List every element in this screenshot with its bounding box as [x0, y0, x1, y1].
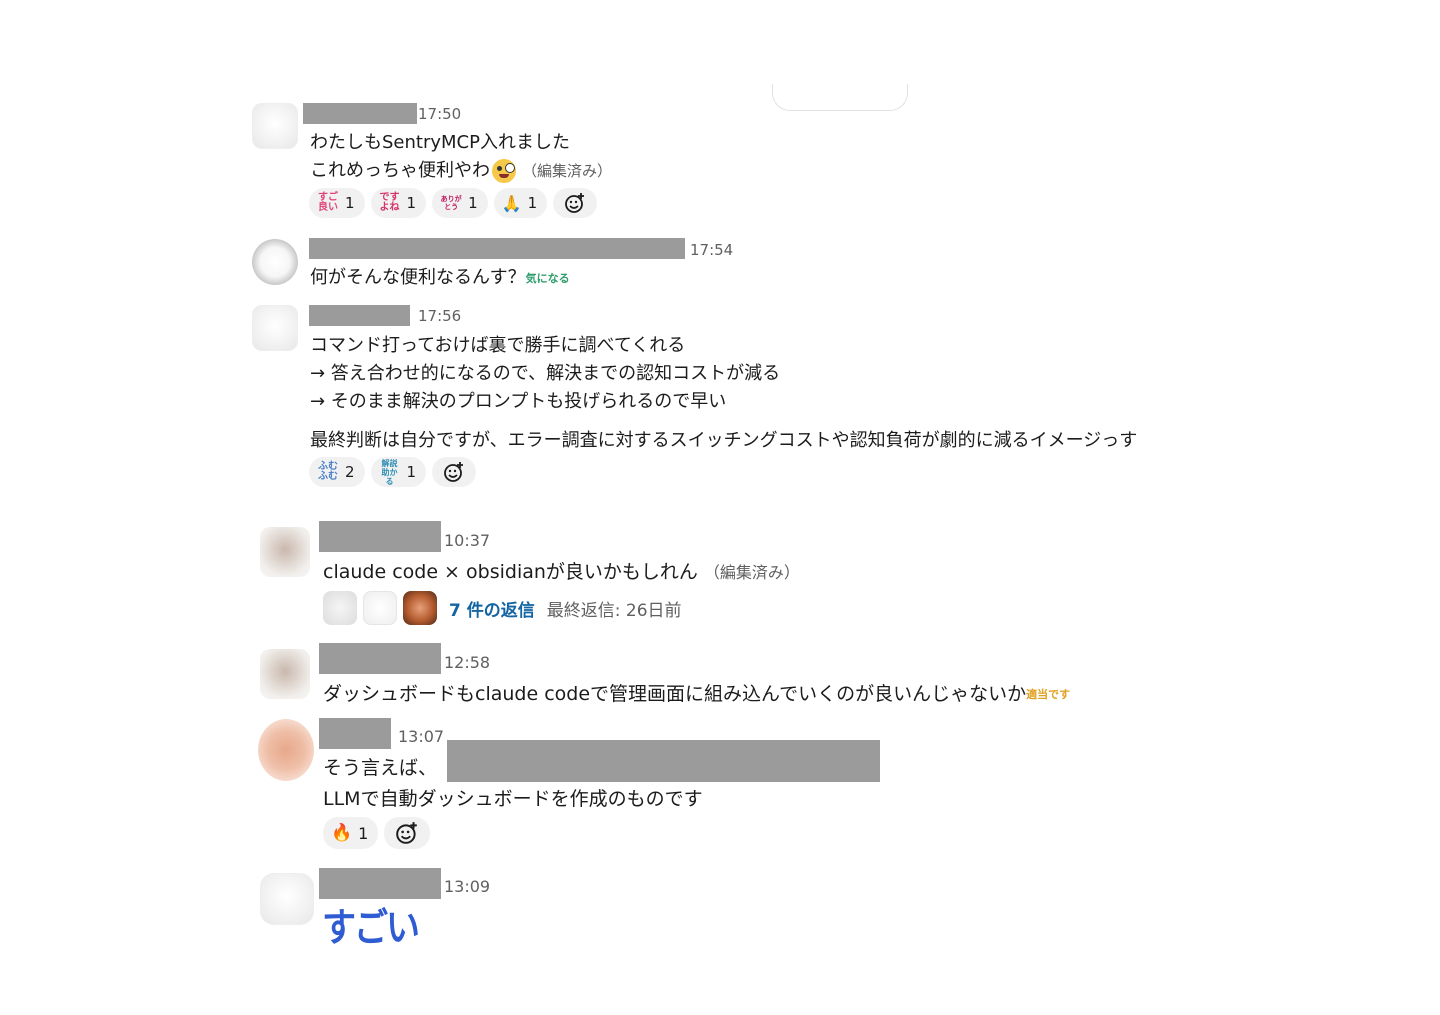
user-avatar[interactable] [260, 527, 310, 577]
redacted-username [309, 238, 685, 259]
reaction-bar: ふむふむ 2 解説助かる 1 [309, 457, 477, 487]
reaction-kaisetsu-tasukaru[interactable]: 解説助かる 1 [370, 457, 427, 487]
thread-summary[interactable]: 7 件の返信 最終返信: 26日前 [323, 591, 682, 625]
thread-last-reply: 最終返信: 26日前 [546, 600, 682, 621]
add-reaction-button[interactable] [432, 457, 477, 487]
thread-participant-avatar [323, 591, 357, 625]
message-timestamp[interactable]: 13:09 [444, 877, 490, 896]
message-text-line: → そのまま解決のプロンプトも投げられるので早い [310, 391, 727, 412]
message-text-line: ダッシュボードもclaude codeで管理画面に組み込んでいくのが良いんじゃな… [323, 679, 1071, 706]
reaction-count: 1 [468, 194, 478, 212]
fumufumu-stamp-icon: ふむふむ [318, 461, 338, 482]
reaction-folded-hands[interactable]: 🙏 1 [493, 188, 548, 218]
reaction-desuyone[interactable]: ですよね 1 [370, 188, 427, 218]
user-avatar[interactable] [252, 103, 298, 149]
kininaru-stamp: 気になる [525, 271, 570, 285]
reaction-sugoi-yoi[interactable]: すご良い 1 [309, 188, 365, 218]
reaction-count: 1 [406, 194, 417, 212]
kaisetsu-tasukaru-stamp-icon: 解説助かる [381, 458, 398, 486]
user-avatar[interactable] [260, 649, 310, 699]
message-text: これめっちゃ便利やわ [310, 160, 490, 181]
reaction-count: 1 [345, 194, 355, 212]
sugoi-stamp: すごい [322, 905, 420, 952]
user-avatar[interactable] [260, 873, 314, 925]
message-text-line: これめっちゃ便利やわ （編集済み） [310, 156, 612, 183]
add-reaction-button[interactable] [553, 188, 598, 218]
user-avatar[interactable] [252, 239, 298, 285]
redacted-username [309, 305, 410, 326]
add-reaction-icon [444, 462, 464, 482]
reaction-count: 1 [358, 823, 369, 843]
message-text-line: コマンド打っておけば裏で勝手に調べてくれる [310, 335, 686, 356]
message-text-line: LLMで自動ダッシュボードを作成のものです [323, 788, 703, 810]
message-text-line: わたしもSentryMCP入れました [310, 132, 570, 153]
redacted-username [319, 521, 441, 552]
redacted-username [319, 643, 441, 674]
user-avatar[interactable] [258, 719, 314, 781]
tekitou-desu-stamp: 適当です [1026, 688, 1071, 701]
arigatou-stamp-icon: ありがとう [440, 195, 462, 211]
desuyone-stamp-icon: ですよね [379, 192, 400, 213]
reaction-count: 2 [345, 463, 355, 481]
reaction-bar: 🔥 1 [323, 817, 431, 849]
message-text: 何がそんな便利なるんす？ [310, 267, 526, 288]
redacted-username [303, 103, 417, 124]
edited-label: （編集済み） [522, 162, 613, 180]
fire-emoji-icon: 🔥 [331, 823, 353, 843]
message-timestamp[interactable]: 13:07 [398, 727, 444, 746]
new-messages-pill[interactable] [772, 84, 908, 111]
thread-participant-avatar [363, 591, 397, 625]
redacted-username [319, 718, 391, 749]
add-reaction-button[interactable] [384, 817, 431, 849]
message-text: claude code × obsidianが良いかもしれん [323, 561, 698, 583]
message-text-line: そう言えば、 [323, 757, 438, 779]
redacted-link [447, 740, 880, 782]
message-timestamp[interactable]: 17:50 [418, 105, 461, 123]
folded-hands-emoji-icon: 🙏 [501, 193, 522, 213]
zany-face-emoji [492, 159, 516, 183]
thread-participant-avatar [403, 591, 437, 625]
reaction-fumufumu[interactable]: ふむふむ 2 [309, 457, 365, 487]
add-reaction-icon [396, 822, 418, 844]
message-timestamp[interactable]: 12:58 [444, 653, 490, 672]
message-text-line: 何がそんな便利なるんす？気になる [310, 263, 570, 289]
message-text-line: 最終判断は自分ですが、エラー調査に対するスイッチングコストや認知負荷が劇的に減る… [310, 430, 1138, 451]
reaction-count: 1 [527, 194, 538, 212]
redacted-username [319, 868, 441, 899]
reaction-count: 1 [406, 463, 417, 481]
message-timestamp[interactable]: 17:54 [690, 241, 733, 259]
reaction-fire[interactable]: 🔥 1 [323, 817, 379, 849]
edited-label: （編集済み） [703, 563, 800, 582]
message-text-line: → 答え合わせ的になるので、解決までの認知コストが減る [310, 363, 781, 384]
sugoi-yoi-stamp-icon: すご良い [318, 192, 338, 213]
thread-replies-link[interactable]: 7 件の返信 [449, 596, 535, 621]
reaction-arigatou[interactable]: ありがとう 1 [432, 188, 488, 218]
add-reaction-icon [565, 193, 585, 213]
message-timestamp[interactable]: 10:37 [444, 531, 490, 550]
message-text: ダッシュボードもclaude codeで管理画面に組み込んでいくのが良いんじゃな… [323, 683, 1027, 705]
message-timestamp[interactable]: 17:56 [418, 307, 461, 325]
message-text-line: claude code × obsidianが良いかもしれん （編集済み） [323, 557, 800, 584]
user-avatar[interactable] [252, 305, 298, 351]
reaction-bar: すご良い 1 ですよね 1 ありがとう 1 🙏 1 [309, 188, 598, 218]
